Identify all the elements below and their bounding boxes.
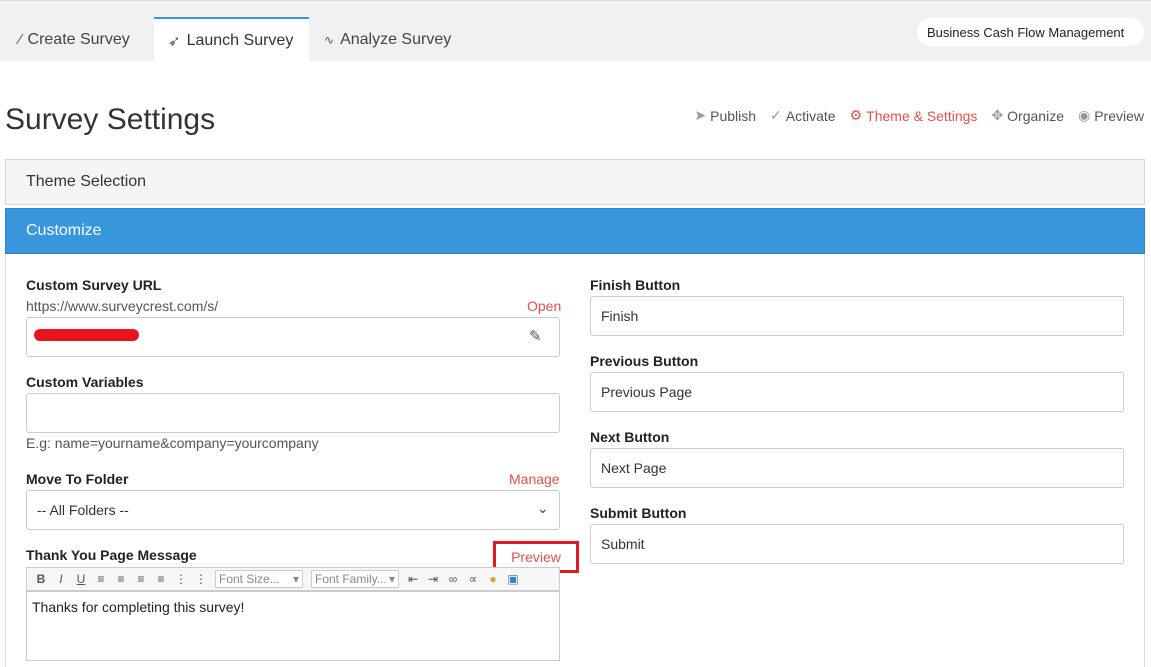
tab-label: Create Survey [27,30,130,48]
eye-icon: ◉ [1077,107,1091,123]
organize-link[interactable]: ✥ Organize [991,107,1064,124]
top-nav-bar: ⁄ Create Survey ➶ Launch Survey ∿ Analyz… [0,0,1151,62]
ordered-list-icon[interactable]: ⋮ [172,570,190,588]
redacted-url-slug [34,329,139,341]
manage-folders-link[interactable]: Manage [509,471,560,487]
font-size-select[interactable]: Font Size... ▾ [215,570,303,588]
move-icon: ✥ [991,107,1004,123]
unordered-list-icon[interactable]: ⋮ [192,570,210,588]
page-title: Survey Settings [5,103,216,136]
custom-variables-hint: E.g: name=yourname&company=yourcompany [26,435,319,451]
tab-create-survey[interactable]: ⁄ Create Survey [5,17,144,62]
font-family-select[interactable]: Font Family... ▾ [311,570,399,588]
custom-variables-label: Custom Variables [26,374,144,390]
bold-icon[interactable]: B [32,570,50,588]
caret-down-icon: ▾ [292,572,299,586]
finish-button-input[interactable]: Finish [590,296,1124,336]
gear-icon: ⚙ [849,107,863,123]
tab-label: Launch Survey [186,31,294,49]
submit-button-input[interactable]: Submit [590,524,1124,564]
custom-url-label: Custom Survey URL [26,277,162,293]
magic-wand-icon: ⁄ [19,31,22,48]
customize-panel-header[interactable]: Customize [5,208,1145,254]
previous-button-input[interactable]: Previous Page [590,372,1124,412]
indent-icon[interactable]: ⇥ [424,570,442,588]
link-icon[interactable]: ∞ [444,570,462,588]
align-left-icon[interactable]: ≡ [92,570,110,588]
rocket-icon: ➶ [168,32,181,50]
previous-button-label: Previous Button [590,353,699,369]
chart-line-icon: ∿ [324,32,335,47]
activate-link[interactable]: ✓ Activate [770,107,836,124]
folder-select[interactable]: -- All Folders -- [26,490,560,530]
custom-variables-input[interactable] [26,393,560,433]
image-icon[interactable]: ▣ [504,570,522,588]
submit-button-label: Submit Button [590,505,687,521]
italic-icon[interactable]: I [52,570,70,588]
theme-selection-panel-header[interactable]: Theme Selection [5,159,1145,205]
caret-down-icon: ▾ [388,572,395,586]
move-to-folder-label: Move To Folder [26,471,129,487]
unlink-icon[interactable]: ∝ [464,570,482,588]
settings-actions: ➤ Publish ✓ Activate ⚙ Theme & Settings … [694,107,1144,124]
tab-analyze-survey[interactable]: ∿ Analyze Survey [310,17,465,62]
thank-you-message-editor[interactable]: Thanks for completing this survey! [26,591,560,661]
tab-launch-survey[interactable]: ➶ Launch Survey [154,17,309,62]
publish-link[interactable]: ➤ Publish [694,107,756,124]
send-icon: ➤ [694,107,707,123]
align-center-icon[interactable]: ≡ [112,570,130,588]
survey-name-pill[interactable]: Business Cash Flow Management [917,18,1144,46]
thank-you-preview-link[interactable]: Preview [511,549,561,565]
theme-settings-link[interactable]: ⚙ Theme & Settings [850,107,978,124]
preview-link[interactable]: ◉ Preview [1078,107,1144,124]
outdent-icon[interactable]: ⇤ [404,570,422,588]
open-url-link[interactable]: Open [527,298,561,314]
underline-icon[interactable]: U [72,570,90,588]
next-button-label: Next Button [590,429,670,445]
next-button-input[interactable]: Next Page [590,448,1124,488]
color-palette-icon[interactable]: ● [484,570,502,588]
align-justify-icon[interactable]: ≡ [152,570,170,588]
thank-you-label: Thank You Page Message [26,547,197,563]
chevron-down-icon: ⌄ [537,500,549,516]
rich-text-toolbar: B I U ≡ ≡ ≡ ≡ ⋮ ⋮ Font Size... ▾ Font Fam… [26,567,560,591]
url-base-text: https://www.surveycrest.com/s/ [26,298,219,314]
align-right-icon[interactable]: ≡ [132,570,150,588]
tab-label: Analyze Survey [340,30,452,48]
finish-button-label: Finish Button [590,277,681,293]
pencil-icon[interactable]: ✎ [529,327,542,345]
check-icon: ✓ [770,107,782,123]
